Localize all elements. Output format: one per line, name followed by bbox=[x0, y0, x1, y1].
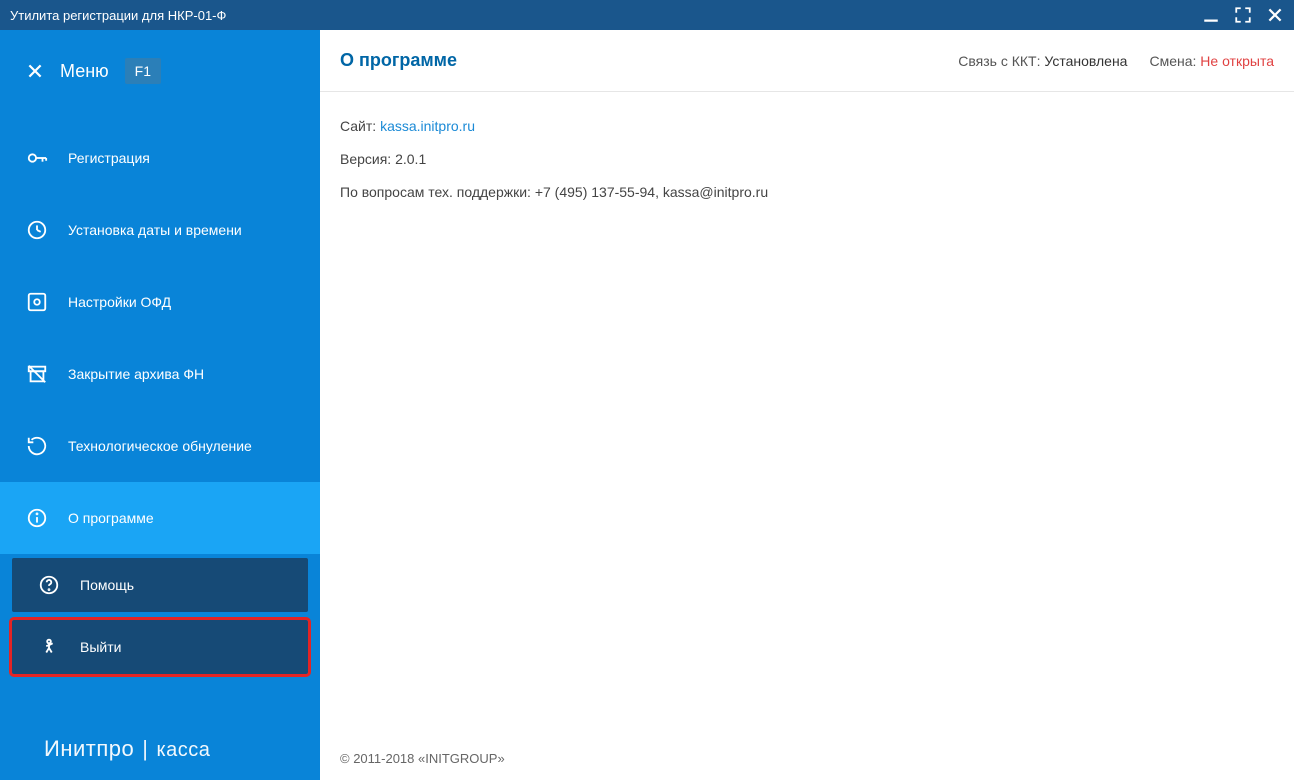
brand-left: Инитпро bbox=[44, 736, 134, 762]
copyright: © 2011-2018 «INITGROUP» bbox=[340, 751, 505, 766]
about-content: Сайт: kassa.initpro.ru Версия: 2.0.1 По … bbox=[320, 92, 1294, 239]
header-status: Связь с ККТ: Установлена Смена: Не откры… bbox=[958, 53, 1274, 69]
sidebar: Меню F1 Регистрация Устано bbox=[0, 30, 320, 780]
version-label: Версия: bbox=[340, 151, 391, 167]
sidebar-item-label: О программе bbox=[68, 510, 154, 526]
menu-close-icon[interactable] bbox=[26, 62, 44, 80]
sidebar-item-ofd-settings[interactable]: Настройки ОФД bbox=[0, 266, 320, 338]
help-button-label: Помощь bbox=[80, 577, 134, 593]
exit-button[interactable]: Выйти bbox=[12, 620, 308, 674]
site-row: Сайт: kassa.initpro.ru bbox=[340, 116, 1274, 137]
brand-separator: | bbox=[142, 736, 148, 762]
maximize-icon[interactable] bbox=[1234, 6, 1252, 24]
menu-header: Меню F1 bbox=[0, 38, 320, 104]
support-row: По вопросам тех. поддержки: +7 (495) 137… bbox=[340, 182, 1274, 203]
titlebar-controls bbox=[1202, 6, 1284, 24]
main-header: О программе Связь с ККТ: Установлена Сме… bbox=[320, 30, 1294, 92]
sidebar-item-label: Закрытие архива ФН bbox=[68, 366, 204, 382]
brand-right: касса bbox=[156, 739, 210, 762]
support-text: По вопросам тех. поддержки: +7 (495) 137… bbox=[340, 184, 768, 200]
settings-icon bbox=[26, 291, 48, 313]
archive-icon bbox=[26, 363, 48, 385]
page-title: О программе bbox=[340, 50, 457, 71]
sidebar-item-registration[interactable]: Регистрация bbox=[0, 122, 320, 194]
status-kkt: Связь с ККТ: Установлена bbox=[958, 53, 1127, 69]
sidebar-lower: Помощь Выйти Инитпро | касса bbox=[0, 558, 320, 780]
help-button[interactable]: Помощь bbox=[12, 558, 308, 612]
reset-icon bbox=[26, 435, 48, 457]
status-kkt-value: Установлена bbox=[1044, 53, 1127, 69]
menu-shortcut-badge: F1 bbox=[125, 58, 161, 84]
sidebar-item-label: Регистрация bbox=[68, 150, 150, 166]
close-icon[interactable] bbox=[1266, 6, 1284, 24]
status-shift-label: Смена: bbox=[1149, 53, 1196, 69]
sidebar-item-label: Технологическое обнуление bbox=[68, 438, 252, 454]
brand-logo: Инитпро | касса bbox=[12, 736, 308, 762]
sidebar-item-archive-close[interactable]: Закрытие архива ФН bbox=[0, 338, 320, 410]
exit-button-label: Выйти bbox=[80, 639, 121, 655]
status-kkt-label: Связь с ККТ: bbox=[958, 53, 1040, 69]
site-label: Сайт: bbox=[340, 118, 376, 134]
sidebar-item-label: Установка даты и времени bbox=[68, 222, 242, 238]
status-shift: Смена: Не открыта bbox=[1149, 53, 1274, 69]
sidebar-item-about[interactable]: О программе bbox=[0, 482, 320, 554]
titlebar: Утилита регистрации для НКР-01-Ф bbox=[0, 0, 1294, 30]
sidebar-item-tech-reset[interactable]: Технологическое обнуление bbox=[0, 410, 320, 482]
menu-label: Меню bbox=[60, 61, 109, 82]
sidebar-nav: Регистрация Установка даты и времени bbox=[0, 122, 320, 554]
sidebar-item-datetime[interactable]: Установка даты и времени bbox=[0, 194, 320, 266]
window-title: Утилита регистрации для НКР-01-Ф bbox=[10, 8, 1202, 23]
version-row: Версия: 2.0.1 bbox=[340, 149, 1274, 170]
clock-icon bbox=[26, 219, 48, 241]
footer: © 2011-2018 «INITGROUP» bbox=[320, 737, 1294, 780]
help-icon bbox=[38, 574, 60, 596]
site-link[interactable]: kassa.initpro.ru bbox=[380, 118, 475, 134]
minimize-icon[interactable] bbox=[1202, 6, 1220, 24]
exit-icon bbox=[38, 636, 60, 658]
sidebar-item-label: Настройки ОФД bbox=[68, 294, 171, 310]
main-panel: О программе Связь с ККТ: Установлена Сме… bbox=[320, 30, 1294, 780]
key-icon bbox=[26, 147, 48, 169]
status-shift-value: Не открыта bbox=[1200, 53, 1274, 69]
version-value: 2.0.1 bbox=[395, 151, 426, 167]
info-icon bbox=[26, 507, 48, 529]
